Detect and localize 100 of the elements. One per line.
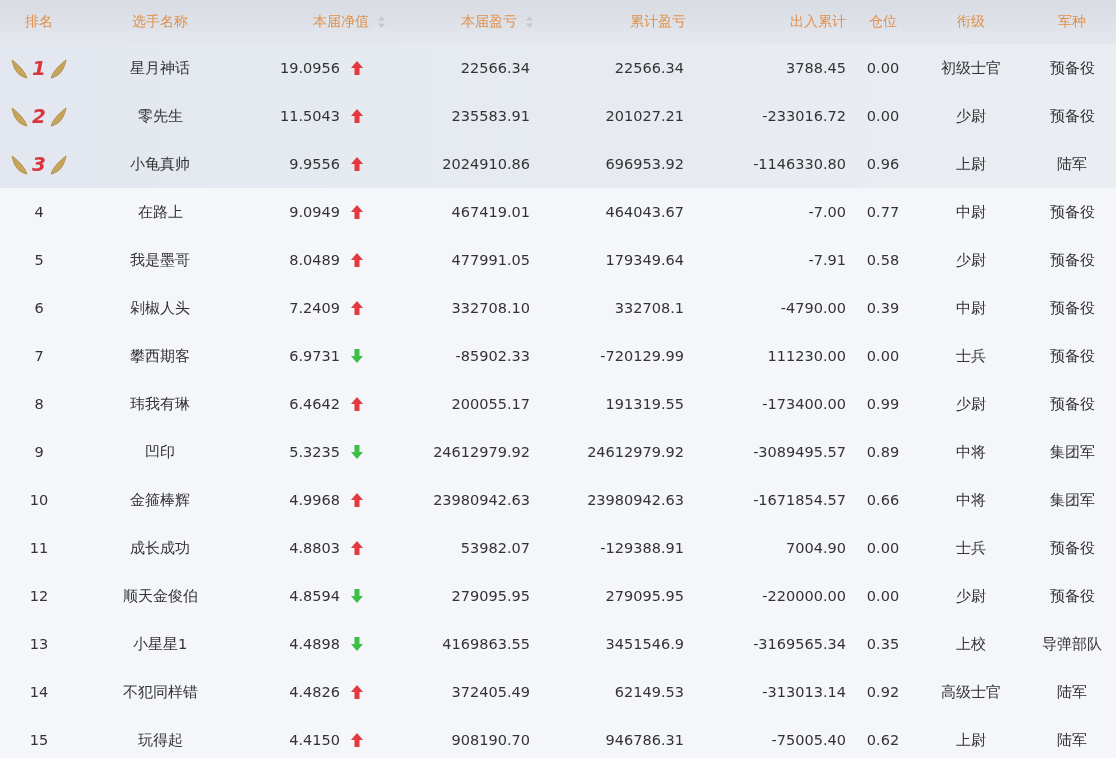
column-header: 军种 bbox=[1058, 13, 1086, 31]
net-value: 4.9968 bbox=[289, 492, 340, 508]
table-cell: -85902.33 bbox=[455, 348, 530, 364]
table-cell: 200055.17 bbox=[451, 396, 530, 412]
table-cell: -233016.72 bbox=[762, 108, 846, 124]
table-cell: 24612979.92 bbox=[433, 444, 530, 460]
player-name: 零先生 bbox=[137, 106, 183, 126]
table-cell: 467419.01 bbox=[451, 204, 530, 220]
table-cell: 946786.31 bbox=[605, 732, 684, 748]
table-cell: 3451546.9 bbox=[605, 636, 684, 652]
table-cell: 53982.07 bbox=[460, 540, 530, 556]
position-value: 0.00 bbox=[866, 108, 900, 124]
position-value: 0.00 bbox=[866, 540, 900, 556]
position-value: 0.00 bbox=[866, 588, 900, 604]
column-header: 累计盈亏 bbox=[630, 13, 686, 31]
column-header[interactable]: 本届盈亏 bbox=[461, 13, 517, 31]
rank-title: 少尉 bbox=[956, 586, 986, 606]
table-cell: -1671854.57 bbox=[753, 492, 846, 508]
table-cell: -220000.00 bbox=[762, 588, 846, 604]
rank-title: 士兵 bbox=[956, 346, 986, 366]
position-value: 0.96 bbox=[866, 156, 900, 172]
net-value: 4.4898 bbox=[289, 636, 340, 652]
table-cell: 111230.00 bbox=[767, 348, 846, 364]
table-cell: 279095.95 bbox=[605, 588, 684, 604]
table-cell: 372405.49 bbox=[451, 684, 530, 700]
position-value: 0.00 bbox=[866, 60, 900, 76]
table-cell: 201027.21 bbox=[605, 108, 684, 124]
player-name: 凹印 bbox=[145, 442, 175, 462]
rank-number: 15 bbox=[29, 732, 49, 748]
table-cell: 332708.1 bbox=[614, 300, 684, 316]
position-value: 0.77 bbox=[866, 204, 900, 220]
net-value: 5.3235 bbox=[289, 444, 340, 460]
rank-title: 初级士官 bbox=[941, 58, 1001, 78]
rank-number: 1 bbox=[32, 56, 46, 80]
position-value: 0.62 bbox=[866, 732, 900, 748]
rank-number: 4 bbox=[34, 204, 44, 220]
sort-icon[interactable] bbox=[377, 15, 386, 29]
service-branch: 导弹部队 bbox=[1042, 634, 1102, 654]
player-name: 小星星1 bbox=[132, 634, 188, 654]
column-header[interactable]: 本届净值 bbox=[313, 13, 369, 31]
laurel-wing-icon bbox=[47, 152, 68, 176]
table-cell: -7.91 bbox=[808, 252, 846, 268]
player-name: 玩得起 bbox=[137, 730, 183, 750]
laurel-wing-icon bbox=[10, 56, 31, 80]
table-cell: 22566.34 bbox=[460, 60, 530, 76]
player-name: 小龟真帅 bbox=[130, 154, 190, 174]
rank-number: 7 bbox=[34, 348, 44, 364]
table-cell: 332708.10 bbox=[451, 300, 530, 316]
column-header: 排名 bbox=[25, 13, 53, 31]
table-cell: -75005.40 bbox=[771, 732, 846, 748]
player-name: 玮我有琳 bbox=[130, 394, 190, 414]
net-value: 9.9556 bbox=[289, 156, 340, 172]
laurel-wing-icon bbox=[10, 152, 31, 176]
table-cell: 696953.92 bbox=[605, 156, 684, 172]
table-cell: 3788.45 bbox=[786, 60, 846, 76]
sort-icon[interactable] bbox=[525, 15, 534, 29]
table-cell: 4169863.55 bbox=[442, 636, 530, 652]
table-cell: 2024910.86 bbox=[442, 156, 530, 172]
rank-number: 11 bbox=[29, 540, 49, 556]
service-branch: 预备役 bbox=[1049, 298, 1095, 318]
rank-number: 5 bbox=[34, 252, 44, 268]
player-name: 星月神话 bbox=[130, 58, 190, 78]
service-branch: 预备役 bbox=[1049, 346, 1095, 366]
table-cell: -3089495.57 bbox=[753, 444, 846, 460]
net-value: 7.2409 bbox=[289, 300, 340, 316]
table-cell: 22566.34 bbox=[614, 60, 684, 76]
service-branch: 预备役 bbox=[1049, 394, 1095, 414]
service-branch: 预备役 bbox=[1049, 250, 1095, 270]
service-branch: 预备役 bbox=[1049, 538, 1095, 558]
rank-title: 上尉 bbox=[956, 154, 986, 174]
net-value: 6.4642 bbox=[289, 396, 340, 412]
rank-number: 13 bbox=[29, 636, 49, 652]
table-cell: -173400.00 bbox=[762, 396, 846, 412]
service-branch: 集团军 bbox=[1049, 490, 1095, 510]
column-header: 仓位 bbox=[869, 13, 897, 31]
table-cell: 279095.95 bbox=[451, 588, 530, 604]
column-header: 出入累计 bbox=[790, 13, 846, 31]
table-cell: 23980942.63 bbox=[587, 492, 684, 508]
service-branch: 预备役 bbox=[1049, 202, 1095, 222]
table-cell: -720129.99 bbox=[600, 348, 684, 364]
net-value: 4.4826 bbox=[289, 684, 340, 700]
position-value: 0.58 bbox=[866, 252, 900, 268]
rank-title: 少尉 bbox=[956, 106, 986, 126]
rank-number: 14 bbox=[29, 684, 49, 700]
rank-title: 高级士官 bbox=[941, 682, 1001, 702]
table-cell: 908190.70 bbox=[451, 732, 530, 748]
net-value: 11.5043 bbox=[280, 108, 340, 124]
net-value: 9.0949 bbox=[289, 204, 340, 220]
service-branch: 陆军 bbox=[1057, 154, 1087, 174]
laurel-wing-icon bbox=[47, 56, 68, 80]
table-cell: 235583.91 bbox=[451, 108, 530, 124]
rank-title: 中尉 bbox=[956, 202, 986, 222]
player-name: 不犯同样错 bbox=[122, 682, 198, 702]
rank-number: 2 bbox=[32, 104, 46, 128]
service-branch: 预备役 bbox=[1049, 58, 1095, 78]
rank-number: 8 bbox=[34, 396, 44, 412]
rank-title: 少尉 bbox=[956, 394, 986, 414]
player-name: 金箍棒辉 bbox=[130, 490, 190, 510]
laurel-wing-icon bbox=[47, 104, 68, 128]
rank-title: 中将 bbox=[956, 490, 986, 510]
